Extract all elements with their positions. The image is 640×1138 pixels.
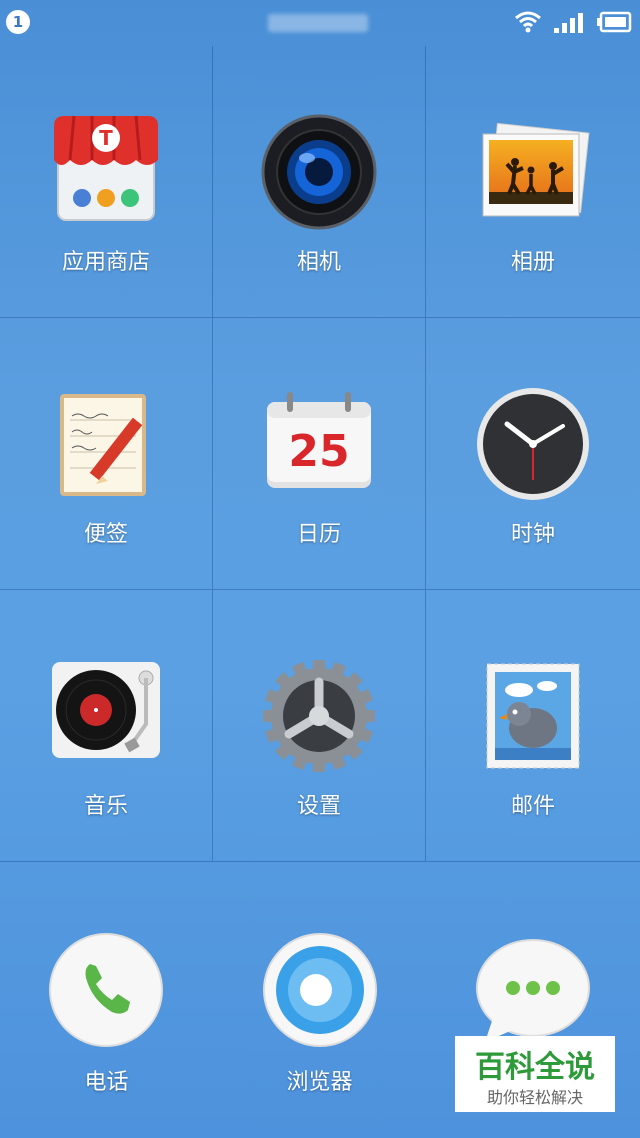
camera-icon [261,114,377,230]
app-label: 邮件 [510,794,555,819]
music-icon [52,662,160,758]
notification-badge[interactable]: 1 [6,10,30,34]
gallery-icon [482,122,590,217]
app-label: 浏览器 [286,1070,353,1095]
phone-tile[interactable]: 电话 [0,864,213,1138]
app-label: 便签 [83,522,128,547]
browser-icon [263,933,377,1047]
wifi-icon [515,11,541,33]
settings-icon [263,660,375,772]
baike-watermark: 百科全说 助你轻松解决 [455,1036,615,1112]
clock-icon [477,388,589,500]
svg-text:T: T [99,126,113,150]
app-label: 电话 [84,1070,129,1095]
watermark-title: 百科全说 [475,1050,595,1085]
notes-tile[interactable]: 便签 [0,318,213,590]
camera-tile[interactable]: 相机 [213,46,426,318]
gallery-tile[interactable]: 相册 [426,46,640,318]
notes-icon [60,394,146,496]
clock-tile[interactable]: 时钟 [426,318,640,590]
phone-icon [49,933,163,1047]
music-tile[interactable]: 音乐 [0,590,213,862]
status-bar: 1 [0,0,640,46]
app-label: 日历 [296,522,341,547]
calendar-day: 25 [288,426,349,477]
app-label: 应用商店 [61,250,150,275]
app-label: 设置 [296,794,341,819]
app-grid: T 应用商店 相机 相册 便签 25 日历 时钟 音乐 设置 邮件 [0,46,640,864]
carrier-label-blurred [268,14,368,32]
mail-tile[interactable]: 邮件 [426,590,640,862]
calendar-tile[interactable]: 25 日历 [213,318,426,590]
calendar-icon: 25 [267,392,371,488]
watermark-subtitle: 助你轻松解决 [486,1088,583,1107]
signal-icon [554,13,583,33]
mail-icon [486,663,580,769]
app-store-tile[interactable]: T 应用商店 [0,46,213,318]
messages-icon [476,939,590,1042]
app-store-icon: T [54,115,158,221]
battery-icon [597,11,632,33]
browser-tile[interactable]: 浏览器 [213,864,426,1138]
app-label: 相机 [296,250,341,275]
settings-tile[interactable]: 设置 [213,590,426,862]
app-label: 时钟 [510,522,555,547]
app-label: 音乐 [83,794,128,819]
app-label: 相册 [510,250,555,275]
